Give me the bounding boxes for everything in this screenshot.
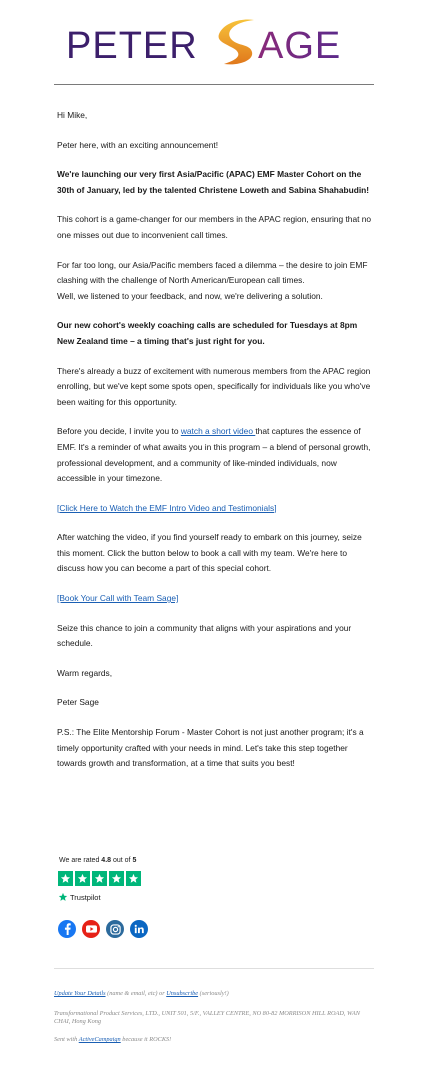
closing: Warm regards, [57,667,113,678]
unsubscribe-link[interactable]: Unsubscribe [166,990,198,997]
decide-before: Before you decide, I invite you to [57,426,181,437]
email-body: Hi Mike, Peter here, with an exciting an… [57,108,375,786]
social-links [58,920,148,938]
paragraph-dilemma: For far too long, our Asia/Pacific membe… [57,258,375,305]
footer-sent-with: Sent with ActiveCampaign because it ROCK… [54,1036,172,1043]
trustpilot-rating-text: We are rated 4.8 out of 5 [59,857,137,864]
footer-address: Transformational Product Services, LTD.,… [54,1010,360,1025]
dilemma-line-2: Well, we listened to your feedback, and … [57,290,323,301]
paragraph-buzz: There's already a buzz of excitement wit… [57,365,371,407]
star-icon [58,871,73,886]
linkedin-icon[interactable] [130,920,148,938]
footer-divider [54,968,374,969]
trustpilot-logo[interactable]: Trustpilot [58,892,101,902]
star-icon [92,871,107,886]
trustpilot-stars[interactable] [58,871,141,886]
watch-video-link[interactable]: watch a short video [181,426,255,436]
postscript: P.S.: The Elite Mentorship Forum - Maste… [57,727,364,769]
schedule-announcement: Our new cohort's weekly coaching calls a… [57,320,358,346]
update-details-link[interactable]: Update Your Details [54,990,106,997]
signature: Peter Sage [57,697,99,708]
dilemma-line-1: For far too long, our Asia/Pacific membe… [57,259,368,286]
top-divider [54,84,374,85]
paragraph-decide: Before you decide, I invite you to watch… [57,424,375,486]
star-icon [75,871,90,886]
logo-swoosh-s [218,19,254,65]
footer-update-line: Update Your Details (name & email, etc) … [54,990,229,997]
announcement-headline: We're launching our very first Asia/Paci… [57,169,370,195]
intro-line: Peter here, with an exciting announcemen… [57,139,219,150]
trustpilot-label: Trustpilot [70,892,101,902]
activecampaign-link[interactable]: ActiveCampaign [79,1036,121,1043]
paragraph-after-video: After watching the video, if you find yo… [57,532,362,574]
trustpilot-star-icon [58,892,68,901]
greeting: Hi Mike, [57,110,88,120]
rating-max: 5 [132,857,137,864]
facebook-icon[interactable] [58,920,76,938]
paragraph-gamechanger: This cohort is a game-changer for our me… [57,214,372,240]
book-call-link[interactable]: [Book Your Call with Team Sage] [57,593,178,603]
logo-text-peter: PETER [66,25,198,67]
rating-score: 4.8 [101,857,112,864]
instagram-icon[interactable] [106,920,124,938]
peter-sage-logo: PETER AGE [0,10,428,72]
youtube-icon[interactable] [82,920,100,938]
paragraph-seize: Seize this chance to join a community th… [57,622,352,649]
watch-intro-video-link[interactable]: [Click Here to Watch the EMF Intro Video… [57,503,277,513]
star-icon [126,871,141,886]
logo-text-age: AGE [258,25,341,67]
star-icon [109,871,124,886]
